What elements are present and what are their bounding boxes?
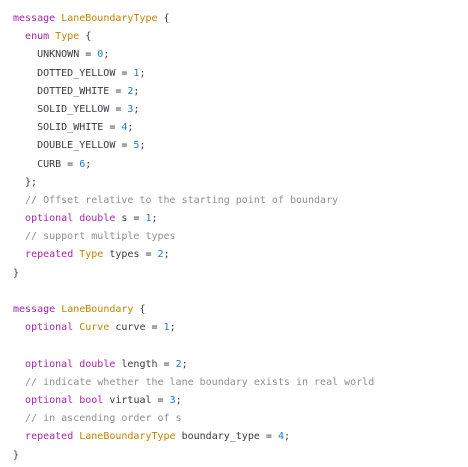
code-line: // support multiple types [13,228,468,246]
code-line: DOUBLE_YELLOW = 5; [13,137,468,155]
keyword-token: message [13,13,56,24]
type-token: Curve [79,322,110,334]
keyword-token: double [79,213,116,225]
type-token: LaneBoundaryType [61,13,158,24]
plain-token: length = [115,358,176,370]
code-block: message LaneBoundaryType { enum Type { U… [0,0,468,467]
plain-token: } [13,449,20,461]
code-line: optional Curve curve = 1; [13,319,468,337]
keyword-token: repeated [25,431,74,443]
plain-token: s = [115,213,146,225]
type-token: LaneBoundary [61,304,134,315]
code-line: UNKNOWN = 0; [13,46,468,64]
code-line: DOTTED_YELLOW = 1; [13,65,468,83]
code-line: enum Type { [13,28,468,46]
comment-token: // Offset relative to the starting point… [13,194,339,206]
code-line: // in ascending order of s [13,410,468,428]
code-line: SOLID_WHITE = 4; [13,119,468,137]
plain-token: types = [103,249,158,261]
comment-token: // support multiple types [13,231,176,243]
plain-token: DOTTED_WHITE = [13,85,128,97]
comment-token: // in ascending order of s [13,413,182,425]
type-token: Type [55,31,80,43]
type-token: LaneBoundaryType [79,431,176,443]
plain-token: DOTTED_YELLOW = [13,67,134,79]
plain-token: CURB = [13,158,80,170]
code-line: // Offset relative to the starting point… [13,192,468,210]
code-line: } [13,447,468,465]
plain-token: boundary_type = [175,431,278,443]
keyword-token: optional [25,213,74,225]
plain-token: DOUBLE_YELLOW = [13,140,134,152]
plain-token: { [157,13,170,24]
plain-token: ; [85,158,92,170]
plain-token: SOLID_YELLOW = [13,103,128,115]
code-line: message LaneBoundary { [13,301,468,319]
plain-token: } [13,267,20,279]
keyword-token: optional [25,358,74,370]
plain-token: ; [103,49,110,61]
keyword-token: enum [25,31,50,43]
keyword-token: message [13,304,56,315]
plain-token: ; [181,358,188,370]
keyword-token: optional [25,394,74,406]
plain-token: ; [151,213,158,225]
plain-token: SOLID_WHITE = [13,122,122,134]
keyword-token: repeated [25,249,74,261]
code-line: // indicate whether the lane boundary ex… [13,374,468,392]
plain-token: ; [133,103,140,115]
plain-token: }; [13,176,38,188]
code-line: optional bool virtual = 3; [13,392,468,410]
plain-token: ; [139,67,146,79]
keyword-token: optional [25,322,74,334]
code-line: }; [13,174,468,192]
plain-token: curve = [109,322,164,334]
code-line: repeated Type types = 2; [13,246,468,264]
plain-token: { [133,304,146,315]
code-line: optional double length = 2; [13,356,468,374]
plain-token: ; [139,140,146,152]
plain-token: ; [169,322,176,334]
code-line: repeated LaneBoundaryType boundary_type … [13,428,468,446]
comment-token: // indicate whether the lane boundary ex… [13,376,375,388]
plain-token: UNKNOWN = [13,49,98,61]
plain-token: ; [163,249,170,261]
type-token: Type [79,249,104,261]
code-line: CURB = 6; [13,156,468,174]
plain-token: ; [175,394,182,406]
code-line: } [13,265,468,283]
plain-token: ; [127,122,134,134]
plain-token: virtual = [103,394,170,406]
code-line: optional double s = 1; [13,210,468,228]
plain-token: ; [133,85,140,97]
code-line: DOTTED_WHITE = 2; [13,83,468,101]
plain-token: { [79,31,92,43]
plain-token: ; [283,431,290,443]
code-line: message LaneBoundaryType { [13,10,468,28]
keyword-token: bool [79,394,104,406]
code-line: SOLID_YELLOW = 3; [13,101,468,119]
keyword-token: double [79,358,116,370]
